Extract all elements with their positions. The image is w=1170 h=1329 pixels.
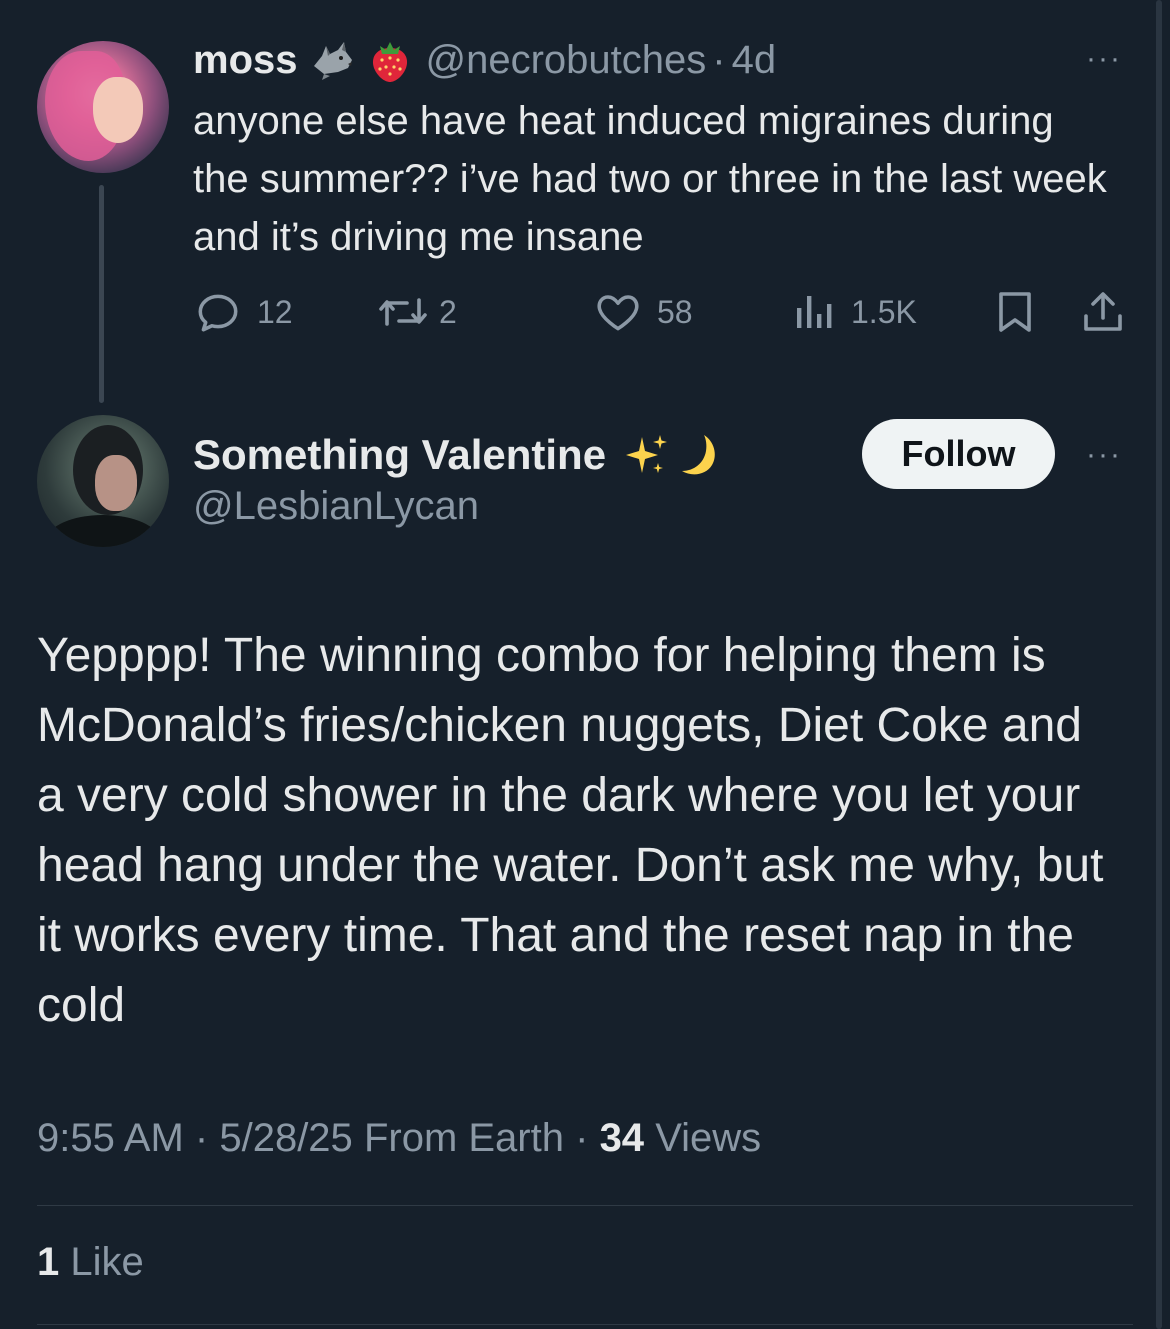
avatar-moss[interactable]: [37, 41, 169, 173]
parent-handle[interactable]: @necrobutches: [426, 38, 707, 83]
likes-label: Like: [70, 1240, 144, 1284]
parent-time-ago[interactable]: 4d: [732, 38, 777, 83]
repost-icon: [379, 298, 427, 326]
parent-header-separator: ·: [712, 37, 726, 82]
reply-more-options-button[interactable]: ···: [1086, 438, 1122, 472]
views-count-bold: 34: [599, 1116, 645, 1160]
views-chart-icon: [797, 296, 832, 328]
parent-action-bar: 12 2 58 1.5K: [193, 284, 1133, 340]
parent-tweet-text: anyone else have heat induced migraines …: [193, 99, 1107, 259]
repost-action[interactable]: 2: [375, 284, 457, 340]
avatar-face: [93, 77, 143, 143]
views-count: 1.5K: [851, 293, 917, 330]
crescent-moon-emoji-icon: [682, 435, 715, 475]
divider: [37, 1324, 1133, 1325]
likes-count: 1: [37, 1240, 60, 1284]
reply-meta-line: 9:55 AM · 5/28/25 From Earth · 34 Views: [37, 1116, 761, 1161]
reply-tweet-header: Something Valentine: [193, 428, 722, 482]
avatar-something-valentine[interactable]: [37, 415, 169, 547]
avatar-coat: [47, 515, 159, 547]
reply-count: 12: [257, 293, 293, 330]
like-action[interactable]: 58: [593, 284, 693, 340]
follow-button[interactable]: Follow: [862, 419, 1055, 489]
parent-more-options-button[interactable]: ···: [1086, 42, 1122, 76]
parent-tweet-header: moss @necrobutches · 4d: [193, 36, 776, 84]
avatar-face: [95, 455, 137, 511]
meta-separator: ·: [194, 1116, 209, 1160]
tweet-date[interactable]: 5/28/25: [219, 1116, 352, 1160]
share-button[interactable]: [1079, 284, 1127, 340]
thread-connector-line: [99, 185, 104, 403]
sparkles-emoji-icon: [626, 435, 668, 473]
like-count: 58: [657, 293, 693, 330]
reply-handle[interactable]: @LesbianLycan: [193, 484, 479, 529]
wolf-emoji-icon: [313, 42, 352, 80]
scrollbar[interactable]: [1156, 0, 1162, 1329]
bookmark-button[interactable]: [993, 284, 1037, 340]
tweet-source: From Earth: [363, 1116, 564, 1160]
meta-separator: ·: [575, 1116, 589, 1160]
views-label: Views: [655, 1116, 762, 1160]
tweet-time[interactable]: 9:55 AM: [37, 1116, 184, 1160]
reply-action[interactable]: 12: [193, 284, 293, 340]
strawberry-emoji-icon: [372, 42, 407, 82]
reply-icon: [198, 294, 238, 332]
divider: [37, 1205, 1133, 1206]
reply-display-name[interactable]: Something Valentine: [193, 431, 606, 479]
reply-likes-summary[interactable]: 1 Like: [37, 1240, 144, 1285]
repost-count: 2: [439, 293, 457, 330]
bookmark-icon: [999, 292, 1031, 332]
parent-display-name[interactable]: moss: [193, 38, 298, 83]
reply-tweet-text: Yepppp! The winning combo for helping th…: [37, 629, 1104, 1032]
heart-icon: [597, 295, 639, 331]
views-action[interactable]: 1.5K: [793, 284, 917, 340]
share-icon: [1084, 292, 1122, 331]
